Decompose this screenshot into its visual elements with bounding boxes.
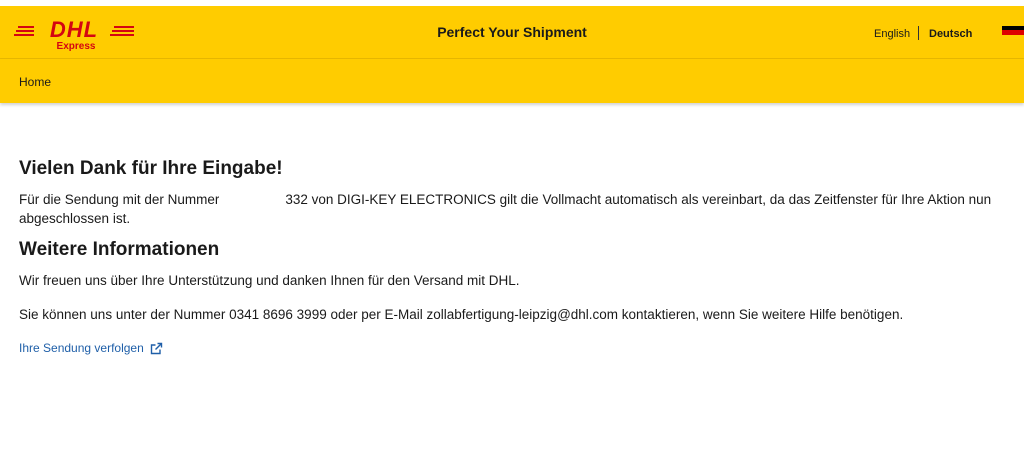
track-shipment-label: Ihre Sendung verfolgen — [19, 341, 144, 355]
contact-text: Sie können uns unter der Nummer 0341 869… — [19, 307, 904, 322]
page-heading: Vielen Dank für Ihre Eingabe! — [19, 158, 283, 179]
section-heading: Weitere Informationen — [19, 239, 220, 260]
main-content: Vielen Dank für Ihre Eingabe! Für die Se… — [19, 158, 1009, 357]
external-link-icon — [150, 342, 163, 355]
confirmation-text: Für die Sendung mit der Nummer 332 von DI… — [19, 190, 1009, 228]
header-title: Perfect Your Shipment — [437, 24, 587, 40]
logo-subtext: Express — [57, 41, 96, 52]
breadcrumb-bar: Home — [0, 59, 1024, 103]
language-deutsch-link[interactable]: Deutsch — [929, 28, 972, 40]
nav-home-link[interactable]: Home — [19, 75, 51, 89]
thanks-text: Wir freuen uns über Ihre Unterstützung u… — [19, 273, 520, 288]
language-english-link[interactable]: English — [874, 28, 910, 40]
track-shipment-link[interactable]: Ihre Sendung verfolgen — [19, 341, 163, 355]
language-separator — [918, 26, 919, 40]
redacted-tracking-number — [219, 193, 286, 208]
germany-flag-icon[interactable] — [1002, 26, 1024, 39]
header-bar: DHL Express Perfect Your Shipment Englis… — [0, 6, 1024, 58]
intro-before: Für die Sendung mit der Nummer — [19, 192, 220, 207]
